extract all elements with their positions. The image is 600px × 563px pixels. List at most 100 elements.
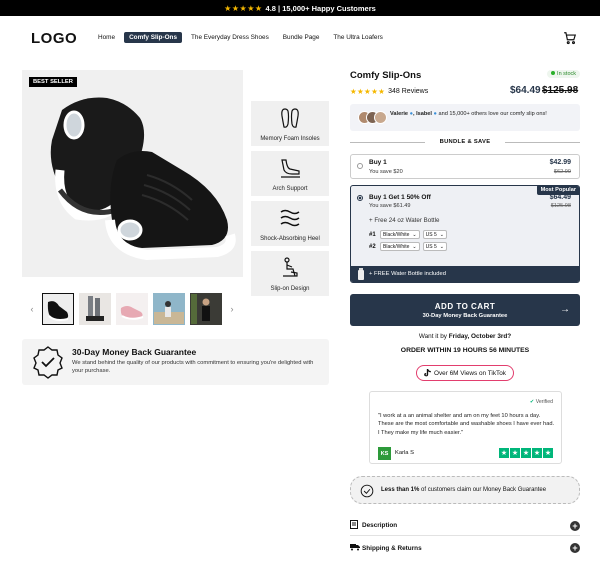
current-price: $64.49 [510, 85, 541, 96]
plus-icon[interactable]: + [570, 521, 580, 531]
arch-support-icon [281, 159, 300, 178]
main-nav: Home Comfy Slip-Ons The Everyday Dress S… [93, 32, 388, 43]
option-title: Buy 1 [369, 159, 387, 166]
bundle-option-bogo[interactable]: Most Popular Buy 1 Get 1 50% Off You sav… [350, 185, 580, 283]
feature-label: Memory Foam Insoles [260, 136, 320, 142]
star-icon: ★ [532, 448, 542, 458]
chevron-down-icon: ⌄ [439, 232, 444, 238]
bundle-option-buy-1[interactable]: Buy 1 You save $20 $42.99 $62.99 [350, 154, 580, 179]
size-select[interactable]: US 5 ⌄ [422, 230, 447, 239]
rating-stars: ★★★★★ [224, 3, 263, 13]
reviewer-name: Valerie [390, 111, 409, 117]
thumbnail-1[interactable] [42, 293, 74, 325]
size-select[interactable]: US 5 ⌄ [422, 242, 447, 251]
accordion-shipping[interactable]: Shipping & Returns + [350, 538, 580, 558]
feature-slip-on: Slip-on Design [251, 251, 329, 296]
accordion-description[interactable]: Description + [350, 516, 580, 536]
add-to-cart-label: ADD TO CART [434, 302, 496, 311]
feature-arch-support: Arch Support [251, 151, 329, 196]
feature-shock-absorbing: Shock-Absorbing Heel [251, 201, 329, 246]
thumbnail-strip: ‹ › [27, 293, 237, 325]
chevron-down-icon: ⌄ [412, 232, 417, 238]
add-to-cart-button[interactable]: ADD TO CART 30-Day Money Back Guarantee … [350, 294, 580, 326]
verified-badge: ✔ Verified [530, 399, 553, 405]
option-savings: You save $61.49 [369, 203, 411, 209]
plus-icon[interactable]: + [570, 543, 580, 553]
avatar [374, 111, 387, 124]
insoles-icon [281, 108, 299, 128]
star-icon: ★ [499, 448, 509, 458]
thumb-prev-arrow[interactable]: ‹ [27, 304, 37, 314]
delivery-estimate: Want it by Friday, October 3rd? [350, 333, 580, 340]
stock-dot-icon [551, 71, 556, 75]
reviewer-name: Karla S [395, 450, 415, 456]
review-card: ✔ Verified "I work at a an animal shelte… [369, 391, 562, 464]
option-title: Buy 1 Get 1 50% Off [369, 194, 431, 201]
nav-bundle-page[interactable]: Bundle Page [278, 32, 325, 43]
product-main-image[interactable]: BEST SELLER [22, 70, 243, 277]
nav-ultra-loafers[interactable]: The Ultra Loafers [328, 32, 387, 43]
accordion-label: Shipping & Returns [362, 544, 422, 552]
reviewer-avatar: KS [378, 447, 391, 460]
document-icon [350, 520, 362, 531]
chevron-down-icon: ⌄ [439, 244, 444, 250]
size-value: US 5 [425, 232, 437, 238]
compare-price: $125.98 [542, 85, 579, 96]
color-value: Black/White [383, 232, 410, 238]
announcement-bar: ★★★★★ 4.8 | 15,000+ Happy Customers [0, 0, 600, 16]
logo[interactable]: LOGO [31, 30, 77, 47]
color-select[interactable]: Black/White ⌄ [380, 242, 420, 251]
thumbnail-3[interactable] [116, 293, 148, 325]
variant-number: #1 [369, 231, 376, 238]
verified-text: Verified [535, 399, 553, 405]
review-count: 348 Reviews [388, 88, 429, 95]
option-price: $42.99 [549, 159, 571, 166]
product-title: Comfy Slip-Ons [350, 70, 422, 81]
delivery-date: Friday, October 3rd? [448, 333, 512, 340]
product-rating[interactable]: ★★★★★ 348 Reviews [350, 87, 428, 96]
nav-comfy-slip-ons[interactable]: Comfy Slip-Ons [124, 32, 182, 43]
feature-label: Slip-on Design [270, 286, 310, 292]
tiktok-badge[interactable]: Over 6M Views on TikTok [416, 365, 514, 381]
social-proof: Valerie ●, Isabel ● and 15,000+ others l… [350, 104, 580, 131]
feature-list: Memory Foam Insoles Arch Support Shock-A… [251, 101, 329, 301]
option-compare-price: $125.98 [550, 203, 571, 209]
claim-text: of customers claim our Money Back Guaran… [419, 487, 547, 493]
radio-button-selected[interactable] [357, 195, 363, 201]
option-compare-price: $62.99 [553, 169, 571, 175]
guarantee-text: We stand behind the quality of our produ… [72, 360, 314, 374]
social-proof-text: Valerie ●, Isabel ● and 15,000+ others l… [390, 110, 575, 118]
social-proof-message: and 15,000+ others love our comfy slip o… [438, 111, 547, 117]
person-slip-on-icon [283, 257, 298, 277]
chevron-down-icon: ⌄ [412, 244, 417, 250]
option-savings: You save $20 [369, 169, 403, 175]
star-icon: ★ [543, 448, 553, 458]
review-text: "I work at a an animal shelter and am on… [378, 413, 555, 436]
color-select[interactable]: Black/White ⌄ [380, 230, 420, 239]
thumb-next-arrow[interactable]: › [227, 304, 237, 314]
verified-badge-icon [33, 346, 63, 379]
truck-icon [350, 543, 362, 553]
free-bottle-bar: + FREE Water Bottle included [351, 266, 579, 282]
thumbnail-4[interactable] [153, 293, 185, 325]
water-bottle-icon [358, 268, 364, 280]
stock-badge: In stock [547, 70, 580, 78]
arrow-right-icon: → [560, 304, 570, 315]
customer-avatars [358, 111, 388, 124]
cart-icon[interactable] [563, 31, 577, 45]
tiktok-icon [424, 369, 431, 377]
waves-icon [280, 209, 300, 227]
size-value: US 5 [425, 244, 437, 250]
radio-button[interactable] [357, 163, 363, 169]
nav-everyday-dress-shoes[interactable]: The Everyday Dress Shoes [186, 32, 274, 43]
reviewer-name: , Isabel [413, 111, 432, 117]
nav-home[interactable]: Home [93, 32, 120, 43]
rating-stars: ★★★★★ [350, 87, 386, 96]
thumbnail-5[interactable] [190, 293, 222, 325]
feature-label: Arch Support [272, 186, 308, 192]
thumbnail-2[interactable] [79, 293, 111, 325]
claim-percent: Less than 1% [381, 487, 420, 493]
delivery-prefix: Want it by [418, 333, 447, 340]
guarantee-claim-banner: Less than 1% of customers claim our Mone… [350, 476, 580, 504]
accordion-label: Description [362, 522, 398, 529]
